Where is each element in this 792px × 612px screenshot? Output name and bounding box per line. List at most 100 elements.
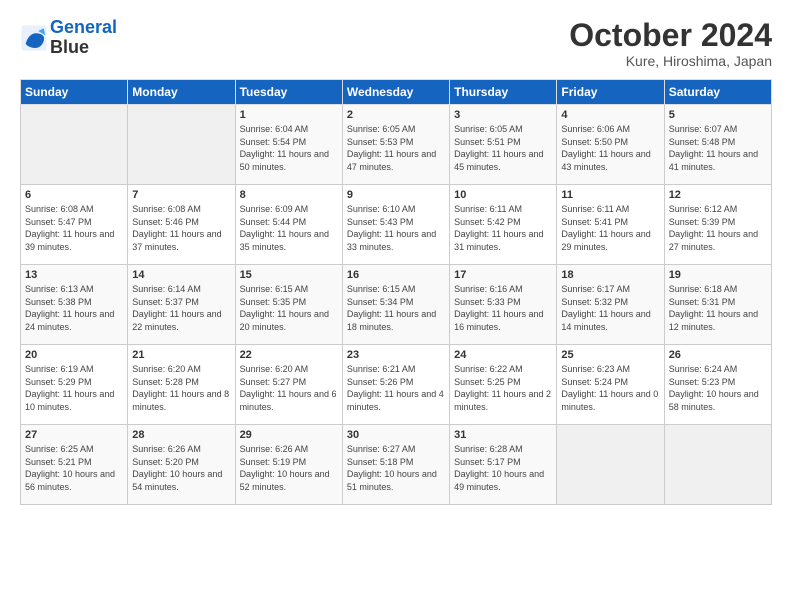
day-cell: 16Sunrise: 6:15 AM Sunset: 5:34 PM Dayli… — [342, 265, 449, 345]
day-cell: 9 Sunrise: 6:10 AM Sunset: 5:43 PM Daylig… — [342, 185, 449, 265]
day-info: Sunrise: 6:20 AM Sunset: 5:28 PM Dayligh… — [132, 363, 230, 413]
week-row-3: 13 Sunrise: 6:13 AM Sunset: 5:38 PM Dayli… — [21, 265, 772, 345]
day-number: 13 — [25, 269, 123, 281]
day-cell: 25 Sunrise: 6:23 AM Sunset: 5:24 PM Dayli… — [557, 345, 664, 425]
day-cell: 6 Sunrise: 6:08 AM Sunset: 5:47 PM Daylig… — [21, 185, 128, 265]
day-number: 26 — [669, 349, 767, 361]
logo-icon — [20, 24, 48, 52]
day-info: Sunrise: 6:20 AM Sunset: 5:27 PM Dayligh… — [240, 363, 338, 413]
day-info: Sunrise: 6:22 AM Sunset: 5:25 PM Dayligh… — [454, 363, 552, 413]
day-info: Sunrise: 6:26 AM Sunset: 5:19 PM Dayligh… — [240, 443, 338, 493]
day-info: Sunrise: 6:15 AM Sunset: 5:35 PM Dayligh… — [240, 283, 338, 333]
day-cell: 30Sunrise: 6:27 AM Sunset: 5:18 PM Dayli… — [342, 425, 449, 505]
day-cell: 11Sunrise: 6:11 AM Sunset: 5:41 PM Dayli… — [557, 185, 664, 265]
day-number: 12 — [669, 189, 767, 201]
calendar-table: SundayMondayTuesdayWednesdayThursdayFrid… — [20, 79, 772, 505]
week-row-4: 20 Sunrise: 6:19 AM Sunset: 5:29 PM Dayli… — [21, 345, 772, 425]
day-info: Sunrise: 6:08 AM Sunset: 5:46 PM Dayligh… — [132, 203, 230, 253]
day-cell: 20 Sunrise: 6:19 AM Sunset: 5:29 PM Dayli… — [21, 345, 128, 425]
day-info: Sunrise: 6:11 AM Sunset: 5:41 PM Dayligh… — [561, 203, 659, 253]
day-info: Sunrise: 6:25 AM Sunset: 5:21 PM Dayligh… — [25, 443, 123, 493]
day-cell: 17 Sunrise: 6:16 AM Sunset: 5:33 PM Dayli… — [450, 265, 557, 345]
day-cell — [128, 105, 235, 185]
day-cell: 29 Sunrise: 6:26 AM Sunset: 5:19 PM Dayli… — [235, 425, 342, 505]
col-header-thursday: Thursday — [450, 80, 557, 105]
day-cell: 22 Sunrise: 6:20 AM Sunset: 5:27 PM Dayli… — [235, 345, 342, 425]
day-number: 20 — [25, 349, 123, 361]
day-cell — [557, 425, 664, 505]
day-info: Sunrise: 6:11 AM Sunset: 5:42 PM Dayligh… — [454, 203, 552, 253]
day-info: Sunrise: 6:28 AM Sunset: 5:17 PM Dayligh… — [454, 443, 552, 493]
day-cell: 26 Sunrise: 6:24 AM Sunset: 5:23 PM Dayli… — [664, 345, 771, 425]
col-header-sunday: Sunday — [21, 80, 128, 105]
col-header-wednesday: Wednesday — [342, 80, 449, 105]
day-info: Sunrise: 6:14 AM Sunset: 5:37 PM Dayligh… — [132, 283, 230, 333]
day-cell: 28 Sunrise: 6:26 AM Sunset: 5:20 PM Dayli… — [128, 425, 235, 505]
day-cell — [664, 425, 771, 505]
day-number: 10 — [454, 189, 552, 201]
day-number: 19 — [669, 269, 767, 281]
col-header-monday: Monday — [128, 80, 235, 105]
day-info: Sunrise: 6:19 AM Sunset: 5:29 PM Dayligh… — [25, 363, 123, 413]
col-header-tuesday: Tuesday — [235, 80, 342, 105]
logo: General Blue — [20, 18, 117, 58]
day-number: 25 — [561, 349, 659, 361]
day-info: Sunrise: 6:13 AM Sunset: 5:38 PM Dayligh… — [25, 283, 123, 333]
day-info: Sunrise: 6:08 AM Sunset: 5:47 PM Dayligh… — [25, 203, 123, 253]
day-cell: 7 Sunrise: 6:08 AM Sunset: 5:46 PM Daylig… — [128, 185, 235, 265]
day-number: 4 — [561, 109, 659, 121]
day-number: 23 — [347, 349, 445, 361]
day-info: Sunrise: 6:12 AM Sunset: 5:39 PM Dayligh… — [669, 203, 767, 253]
day-number: 2 — [347, 109, 445, 121]
calendar-subtitle: Kure, Hiroshima, Japan — [569, 53, 772, 69]
day-number: 24 — [454, 349, 552, 361]
day-cell: 8Sunrise: 6:09 AM Sunset: 5:44 PM Daylig… — [235, 185, 342, 265]
day-number: 7 — [132, 189, 230, 201]
day-info: Sunrise: 6:05 AM Sunset: 5:53 PM Dayligh… — [347, 123, 445, 173]
day-number: 22 — [240, 349, 338, 361]
week-row-5: 27 Sunrise: 6:25 AM Sunset: 5:21 PM Dayli… — [21, 425, 772, 505]
day-cell: 12 Sunrise: 6:12 AM Sunset: 5:39 PM Dayli… — [664, 185, 771, 265]
day-cell: 14Sunrise: 6:14 AM Sunset: 5:37 PM Dayli… — [128, 265, 235, 345]
day-number: 29 — [240, 429, 338, 441]
day-cell: 4 Sunrise: 6:06 AM Sunset: 5:50 PM Daylig… — [557, 105, 664, 185]
day-cell: 13 Sunrise: 6:13 AM Sunset: 5:38 PM Dayli… — [21, 265, 128, 345]
day-info: Sunrise: 6:24 AM Sunset: 5:23 PM Dayligh… — [669, 363, 767, 413]
day-info: Sunrise: 6:05 AM Sunset: 5:51 PM Dayligh… — [454, 123, 552, 173]
day-cell: 24 Sunrise: 6:22 AM Sunset: 5:25 PM Dayli… — [450, 345, 557, 425]
day-number: 30 — [347, 429, 445, 441]
day-cell: 19 Sunrise: 6:18 AM Sunset: 5:31 PM Dayli… — [664, 265, 771, 345]
title-block: October 2024 Kure, Hiroshima, Japan — [569, 18, 772, 69]
day-cell: 1Sunrise: 6:04 AM Sunset: 5:54 PM Daylig… — [235, 105, 342, 185]
calendar-page: General Blue October 2024 Kure, Hiroshim… — [0, 0, 792, 612]
day-cell: 3Sunrise: 6:05 AM Sunset: 5:51 PM Daylig… — [450, 105, 557, 185]
day-info: Sunrise: 6:17 AM Sunset: 5:32 PM Dayligh… — [561, 283, 659, 333]
day-info: Sunrise: 6:15 AM Sunset: 5:34 PM Dayligh… — [347, 283, 445, 333]
day-cell: 15Sunrise: 6:15 AM Sunset: 5:35 PM Dayli… — [235, 265, 342, 345]
day-info: Sunrise: 6:06 AM Sunset: 5:50 PM Dayligh… — [561, 123, 659, 173]
day-cell: 10 Sunrise: 6:11 AM Sunset: 5:42 PM Dayli… — [450, 185, 557, 265]
day-info: Sunrise: 6:16 AM Sunset: 5:33 PM Dayligh… — [454, 283, 552, 333]
day-number: 8 — [240, 189, 338, 201]
day-number: 27 — [25, 429, 123, 441]
day-info: Sunrise: 6:18 AM Sunset: 5:31 PM Dayligh… — [669, 283, 767, 333]
week-row-1: 1Sunrise: 6:04 AM Sunset: 5:54 PM Daylig… — [21, 105, 772, 185]
day-number: 28 — [132, 429, 230, 441]
day-number: 9 — [347, 189, 445, 201]
calendar-body: 1Sunrise: 6:04 AM Sunset: 5:54 PM Daylig… — [21, 105, 772, 505]
day-cell: 5Sunrise: 6:07 AM Sunset: 5:48 PM Daylig… — [664, 105, 771, 185]
day-number: 6 — [25, 189, 123, 201]
day-cell: 21 Sunrise: 6:20 AM Sunset: 5:28 PM Dayli… — [128, 345, 235, 425]
calendar-title: October 2024 — [569, 18, 772, 53]
day-number: 17 — [454, 269, 552, 281]
col-header-friday: Friday — [557, 80, 664, 105]
day-info: Sunrise: 6:26 AM Sunset: 5:20 PM Dayligh… — [132, 443, 230, 493]
day-info: Sunrise: 6:23 AM Sunset: 5:24 PM Dayligh… — [561, 363, 659, 413]
day-info: Sunrise: 6:04 AM Sunset: 5:54 PM Dayligh… — [240, 123, 338, 173]
day-info: Sunrise: 6:10 AM Sunset: 5:43 PM Dayligh… — [347, 203, 445, 253]
day-number: 5 — [669, 109, 767, 121]
day-number: 21 — [132, 349, 230, 361]
col-header-saturday: Saturday — [664, 80, 771, 105]
day-number: 18 — [561, 269, 659, 281]
header-row: SundayMondayTuesdayWednesdayThursdayFrid… — [21, 80, 772, 105]
